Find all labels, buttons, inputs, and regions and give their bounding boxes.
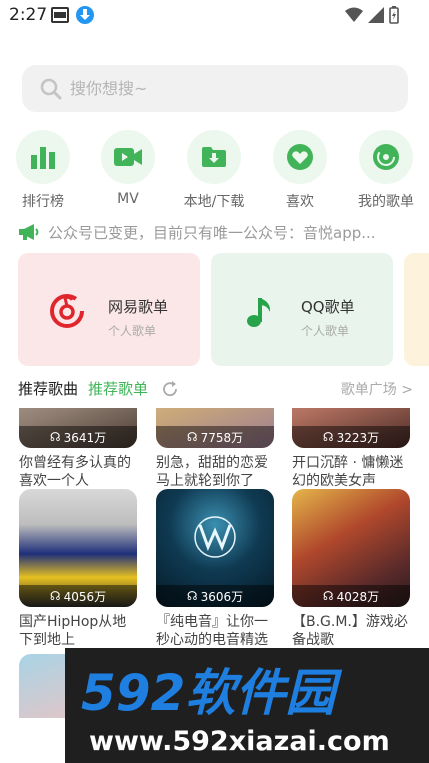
play-count-value: 4028万 [336, 589, 380, 604]
playlist-caption: 【B.G.M.】游戏必备战歌 [292, 614, 408, 648]
playlist-tile[interactable]: ☊ 4056万 国产HipHop从地下到地上 [19, 489, 137, 649]
nav-mv[interactable]: MV [93, 130, 163, 207]
notice-bar[interactable]: 公众号已变更，目前只有唯一公众号：音悦app... [18, 220, 413, 244]
play-count-value: 3641万 [63, 430, 107, 445]
app-screen: 2:27 排行榜 MV 本地/下载 [0, 0, 429, 763]
watermark-graphic: 592软件园 www.592xiazai.com [81, 664, 390, 757]
nav-rank-label: 排行榜 [22, 194, 64, 210]
netease-playlist-card[interactable]: 网易歌单 个人歌单 [18, 253, 200, 366]
playlist-cover: ☊ 3223万 [292, 408, 410, 448]
nav-like[interactable]: 喜欢 [265, 130, 335, 211]
playlist-caption: 『纯电音』让你一秒心动的电音精选 [156, 614, 268, 648]
playlist-tile[interactable]: ☊ 3606万 『纯电音』让你一秒心动的电音精选 [156, 489, 274, 649]
playlist-cover: ☊ 3641万 [19, 408, 137, 448]
watermark-big-text: 592软件园 [81, 664, 342, 722]
mv-circle [101, 130, 155, 184]
playlist-cover: ☊ 4028万 [292, 489, 410, 607]
status-icons [345, 6, 399, 24]
playlist-caption: 你曾经有多认真的喜欢一个人 [19, 455, 131, 489]
nav-local[interactable]: 本地/下载 [179, 130, 249, 211]
qq-music-icon [247, 298, 271, 327]
nav-local-label: 本地/下载 [183, 194, 245, 210]
app-notification-icon [51, 7, 69, 23]
quick-nav: 排行榜 MV 本地/下载 喜欢 我的歌单 [0, 130, 429, 210]
section-header: 推荐歌曲 推荐歌单 歌单广场 > [18, 378, 413, 400]
playlist-cards: 网易歌单 个人歌单 QQ歌单 个人歌单 [18, 253, 429, 366]
watermark-url: www.592xiazai.com [89, 726, 390, 757]
search-icon [40, 78, 62, 100]
notice-text: 公众号已变更，目前只有唯一公众号：音悦app... [48, 223, 376, 242]
playlist-caption: 开口沉醉 · 慵懒迷幻的欧美女声 [292, 455, 404, 489]
playlist-cover: ☊ 4056万 [19, 489, 137, 607]
play-count: ☊ 7758万 [156, 426, 274, 448]
playlist-caption: 别急，甜甜的恋爱马上就轮到你了 [156, 455, 268, 489]
watermark-overlay: 592软件园 www.592xiazai.com [65, 648, 429, 763]
play-count-value: 3223万 [336, 430, 380, 445]
nav-mv-label: MV [117, 191, 139, 207]
nav-rank[interactable]: 排行榜 [8, 130, 78, 211]
play-count: ☊ 3223万 [292, 426, 410, 448]
rank-circle [16, 130, 70, 184]
netease-music-icon [50, 294, 84, 328]
search-bar[interactable] [22, 65, 408, 112]
like-circle [273, 130, 327, 184]
playlist-tile[interactable]: ☊ 7758万 别急，甜甜的恋爱马上就轮到你了 [156, 408, 274, 490]
nav-like-label: 喜欢 [286, 194, 314, 210]
play-count-value: 3606万 [200, 589, 244, 604]
headphone-icon: ☊ [186, 430, 198, 444]
nav-my-playlist[interactable]: 我的歌单 [351, 130, 421, 211]
video-icon [114, 148, 142, 166]
download-notification-icon [76, 6, 94, 24]
disc-icon [373, 144, 399, 170]
netease-card-subtitle: 个人歌单 [108, 324, 157, 338]
my-playlist-circle [359, 130, 413, 184]
local-circle [187, 130, 241, 184]
signal-icon [368, 7, 384, 23]
playlist-cover: ☊ 7758万 [156, 408, 274, 448]
netease-card-title: 网易歌单 [108, 298, 169, 316]
playlist-caption: 国产HipHop从地下到地上 [19, 614, 127, 648]
wifi-icon [345, 7, 363, 22]
qq-card-title: QQ歌单 [301, 298, 355, 316]
headphone-icon: ☊ [49, 589, 61, 603]
headphone-icon: ☊ [186, 589, 198, 603]
play-count: ☊ 3641万 [19, 426, 137, 448]
third-playlist-card[interactable] [404, 253, 429, 366]
tab-recommend-songs[interactable]: 推荐歌曲 [18, 378, 78, 399]
qq-playlist-card[interactable]: QQ歌单 个人歌单 [211, 253, 393, 366]
playlist-cover: ☊ 3606万 [156, 489, 274, 607]
play-count-value: 4056万 [63, 589, 107, 604]
bar-chart-icon [31, 147, 55, 169]
playlist-square-link[interactable]: 歌单广场 > [341, 379, 413, 399]
headphone-icon: ☊ [322, 430, 334, 444]
playlist-tile[interactable]: ☊ 4028万 【B.G.M.】游戏必备战歌 [292, 489, 410, 649]
playlist-tile[interactable]: ☊ 3641万 你曾经有多认真的喜欢一个人 [19, 408, 137, 490]
qq-card-subtitle: 个人歌单 [301, 324, 350, 338]
play-count: ☊ 4028万 [292, 585, 410, 607]
search-input[interactable] [70, 65, 390, 112]
folder-download-icon [202, 147, 226, 167]
status-bar: 2:27 [0, 0, 429, 30]
megaphone-icon [19, 224, 39, 240]
heart-icon [287, 144, 313, 170]
play-count: ☊ 4056万 [19, 585, 137, 607]
play-count-value: 7758万 [200, 430, 244, 445]
nav-my-playlist-label: 我的歌单 [358, 194, 414, 210]
status-time: 2:27 [9, 5, 48, 25]
tab-recommend-playlists[interactable]: 推荐歌单 [88, 378, 148, 399]
headphone-icon: ☊ [49, 430, 61, 444]
play-count: ☊ 3606万 [156, 585, 274, 607]
headphone-icon: ☊ [322, 589, 334, 603]
battery-icon [389, 6, 399, 24]
refresh-icon[interactable] [161, 380, 179, 398]
playlist-tile[interactable]: ☊ 3223万 开口沉醉 · 慵懒迷幻的欧美女声 [292, 408, 410, 490]
